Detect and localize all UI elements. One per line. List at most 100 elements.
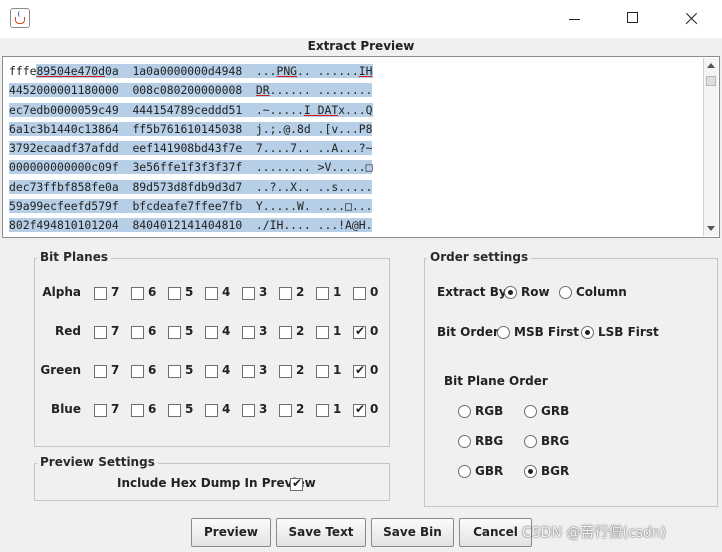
bit-checkbox-red-2[interactable] [279,326,292,339]
bit-checkbox-red-4[interactable] [205,326,218,339]
hex-line: dec73ffbf858fe0a 89d573d8fdb9d3d7 ..?..X… [9,178,373,197]
hex-line: ec7edb0000059c49 444154789ceddd51 .~....… [9,101,373,120]
bit-checkbox-blue-6[interactable] [131,404,144,417]
plane-order-rbg-radio[interactable] [458,435,471,448]
bit-checkbox-red-0[interactable] [353,324,366,339]
bit-checkbox-green-5[interactable] [168,365,181,378]
preview-settings-title: Preview Settings [37,455,158,469]
bit-checkbox-blue-0[interactable] [353,402,366,417]
bit-label: 5 [185,363,194,377]
scroll-thumb[interactable] [706,76,716,86]
hex-text: ec7edb0000059c49 [9,102,119,117]
maximize-button[interactable] [604,0,662,38]
hex-text: ... [255,64,277,78]
bit-checkbox-blue-5[interactable] [168,404,181,417]
minimize-icon [569,19,580,20]
preview-button[interactable]: Preview [191,518,271,547]
hex-line: 802f494810101204 8404012141404810 ./IH..… [9,216,373,235]
save-text-button[interactable]: Save Text [276,518,366,547]
hex-text: ff5b761610145038 [118,121,256,136]
bit-plane-order-label: Bit Plane Order [444,374,548,388]
bit-checkbox-alpha-0[interactable] [353,287,366,300]
hex-text: fffe [9,64,37,78]
hex-line-selection: 3792ecaadf37afdd eef141908bd43f7e 7....7… [9,141,373,156]
bit-label: 7 [111,324,120,338]
bit-label: 1 [333,363,342,377]
bit-checkbox-green-2[interactable] [279,365,292,378]
hex-line: 1012047eedfe0fd3 739b95dd39c3f4dc ...~..… [9,236,373,237]
hex-preview-area[interactable]: fffe89504e470d0a 1a0a0000000d4948 ...PNG… [2,56,720,238]
bit-label: 3 [259,363,268,377]
scroll-up-icon[interactable] [707,63,715,68]
save-bin-button[interactable]: Save Bin [371,518,454,547]
preview-title: Extract Preview [307,39,415,53]
hex-text: j.;.@.8d .[v...P8 [255,121,373,136]
hex-dump-text: fffe89504e470d0a 1a0a0000000d4948 ...PNG… [9,62,373,237]
bit-checkbox-green-1[interactable] [316,365,329,378]
plane-order-brg-radio[interactable] [524,435,537,448]
bit-label: 2 [296,324,305,338]
channel-label-blue: Blue [51,402,81,416]
bit-checkbox-alpha-3[interactable] [242,287,255,300]
bit-checkbox-alpha-7[interactable] [94,287,107,300]
maximize-icon [627,12,638,23]
vertical-scrollbar[interactable] [703,58,718,236]
hex-text: 000000000000c09f [9,160,119,175]
hex-text: 1a0a0000000d4948 [118,64,256,78]
bit-label: 7 [111,285,120,299]
bit-checkbox-blue-2[interactable] [279,404,292,417]
plane-order-gbr-label: GBR [475,464,504,478]
plane-order-rgb-radio[interactable] [458,405,471,418]
bit-checkbox-red-7[interactable] [94,326,107,339]
hex-highlight: I DAT [303,102,339,117]
bit-checkbox-alpha-6[interactable] [131,287,144,300]
scroll-down-icon[interactable] [707,226,715,231]
hex-text: 3792ecaadf37afdd [9,141,119,156]
bit-order-lsb-label: LSB First [598,325,659,339]
bit-checkbox-blue-7[interactable] [94,404,107,417]
bit-order-lsb-radio[interactable] [581,326,594,339]
hex-text: eef141908bd43f7e [118,141,256,156]
hex-line-selection: dec73ffbf858fe0a 89d573d8fdb9d3d7 ..?..X… [9,179,373,194]
include-hex-dump-checkbox[interactable] [290,476,303,491]
bit-checkbox-alpha-2[interactable] [279,287,292,300]
plane-order-bgr-radio[interactable] [524,465,537,478]
hex-text: ........ >V.....□ [255,160,373,175]
bit-checkbox-green-3[interactable] [242,365,255,378]
bit-checkbox-green-7[interactable] [94,365,107,378]
bit-checkbox-alpha-5[interactable] [168,287,181,300]
bit-label: 1 [333,285,342,299]
order-settings-title: Order settings [427,250,532,264]
bit-label: 3 [259,285,268,299]
bit-checkbox-alpha-1[interactable] [316,287,329,300]
plane-order-grb-radio[interactable] [524,405,537,418]
bit-checkbox-red-5[interactable] [168,326,181,339]
bit-checkbox-blue-3[interactable] [242,404,255,417]
bit-checkbox-red-3[interactable] [242,326,255,339]
bit-checkbox-red-6[interactable] [131,326,144,339]
minimize-button[interactable] [546,0,604,38]
hex-text: 6a1c3b1440c13864 [9,121,119,136]
hex-line-selection: 4452000001180000 008c080200000008 DR....… [9,83,373,98]
bit-checkbox-green-6[interactable] [131,365,144,378]
bit-checkbox-green-4[interactable] [205,365,218,378]
plane-order-gbr-radio[interactable] [458,465,471,478]
bit-checkbox-red-1[interactable] [316,326,329,339]
bit-order-label: Bit Order [437,325,499,339]
bit-checkbox-alpha-4[interactable] [205,287,218,300]
bit-order-msb-radio[interactable] [497,326,510,339]
hex-text: ..?..X.. ..s..... [255,179,373,194]
bit-checkbox-green-0[interactable] [353,363,366,378]
bit-label: 4 [222,402,231,416]
extract-by-column-radio[interactable] [559,286,572,299]
bit-checkbox-blue-4[interactable] [205,404,218,417]
hex-highlight: 89504e470d [36,64,106,78]
bit-label: 7 [111,363,120,377]
hex-line: fffe89504e470d0a 1a0a0000000d4948 ...PNG… [9,62,373,81]
bit-checkbox-blue-1[interactable] [316,404,329,417]
plane-order-brg-label: BRG [541,434,570,448]
close-button[interactable] [662,0,720,38]
hex-highlight: PNG [276,64,298,78]
hex-text: 4452000001180000 [9,83,119,98]
extract-by-row-radio[interactable] [504,286,517,299]
